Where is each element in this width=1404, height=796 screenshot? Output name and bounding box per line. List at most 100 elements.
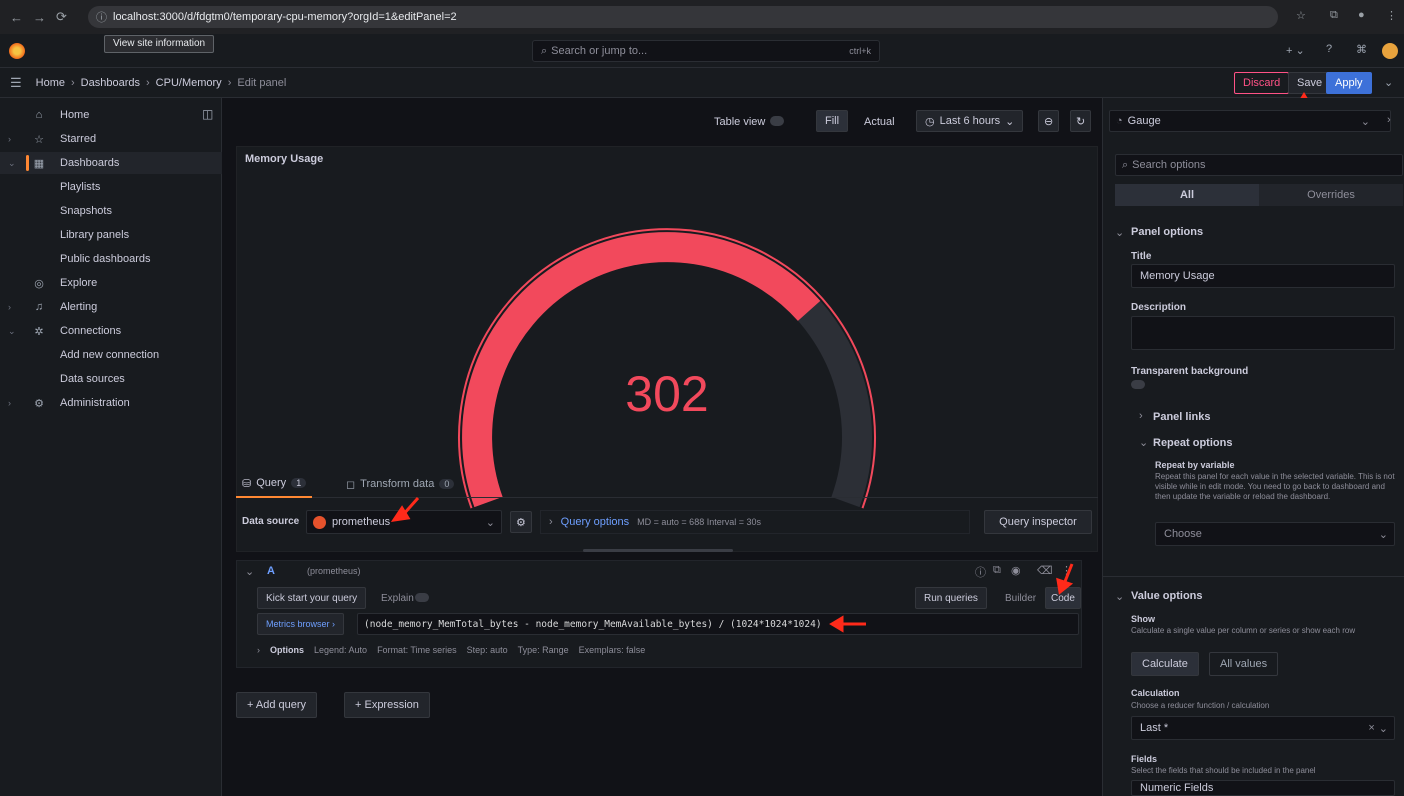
collapse-caret-icon[interactable]: ⌄ xyxy=(8,158,16,169)
sidebar-item-alerting[interactable]: › ♫ Alerting xyxy=(0,296,222,318)
run-queries-button[interactable]: Run queries xyxy=(915,587,987,609)
sidebar-item-home[interactable]: ⌂ Home xyxy=(0,104,222,126)
apply-button[interactable]: Apply xyxy=(1326,72,1372,94)
tab-all[interactable]: All xyxy=(1115,184,1259,206)
discard-button[interactable]: Discard xyxy=(1234,72,1290,94)
title-input[interactable]: Memory Usage xyxy=(1131,264,1395,288)
tab-transform[interactable]: ◻ Transform data 0 xyxy=(346,470,455,498)
expand-caret-icon[interactable]: › xyxy=(8,302,11,312)
site-info-icon[interactable]: ⓘ xyxy=(96,9,107,25)
profile-icon[interactable]: ● xyxy=(1358,9,1365,21)
collapse-icon[interactable]: ⌄ xyxy=(245,565,254,578)
add-query-button[interactable]: + Add query xyxy=(236,692,318,718)
address-bar[interactable]: ⓘ localhost:3000/d/fdgtm0/temporary-cpu-… xyxy=(88,6,1278,28)
show-help-text: Calculate a single value per column or s… xyxy=(1131,626,1356,635)
calculation-select[interactable]: Last * × ⌄ xyxy=(1131,716,1395,740)
delete-icon[interactable]: ⌫ xyxy=(1037,564,1053,577)
expand-caret-icon[interactable]: › xyxy=(8,134,11,144)
chevron-right-icon: › xyxy=(549,516,553,528)
repeat-by-label: Repeat by variable xyxy=(1155,460,1235,470)
sidebar-item-snapshots[interactable]: Snapshots xyxy=(0,200,222,222)
site-info-tooltip: View site information xyxy=(104,35,215,53)
chevron-right-icon[interactable]: › xyxy=(1139,410,1143,422)
sidebar-item-data-sources[interactable]: Data sources xyxy=(0,368,222,390)
fields-select[interactable]: Numeric Fields xyxy=(1131,780,1395,796)
repeat-variable-select[interactable]: Choose ⌄ xyxy=(1155,522,1395,546)
add-expression-button[interactable]: + Expression xyxy=(344,692,430,718)
time-range-picker[interactable]: ◷ Last 6 hours ⌄ xyxy=(916,110,1024,132)
transparent-toggle[interactable] xyxy=(1131,380,1145,389)
menu-toggle-icon[interactable]: ☰ xyxy=(10,75,22,91)
sidebar-item-administration[interactable]: › ⚙ Administration xyxy=(0,392,222,414)
news-icon[interactable]: ⌘ xyxy=(1356,43,1367,56)
tab-query[interactable]: ⛁ Query 1 xyxy=(236,470,313,498)
panel-links-heading[interactable]: Panel links xyxy=(1153,411,1210,423)
grafana-logo[interactable] xyxy=(9,43,25,59)
explain-toggle[interactable] xyxy=(415,593,429,602)
bookmark-star-icon[interactable]: ☆ xyxy=(1296,9,1306,22)
zoom-out-button[interactable]: ⊖ xyxy=(1038,110,1060,132)
builder-tab[interactable]: Builder xyxy=(1005,593,1036,604)
expand-caret-icon[interactable]: › xyxy=(8,398,11,408)
description-textarea[interactable] xyxy=(1131,316,1395,350)
query-inspector-button[interactable]: Query inspector xyxy=(984,510,1092,534)
help-icon[interactable]: ? xyxy=(1326,43,1332,55)
sidebar-item-explore[interactable]: ◎ Explore xyxy=(0,272,222,294)
visualization-picker[interactable]: ◔ Gauge ⌄ xyxy=(1109,110,1391,132)
sidebar-item-starred[interactable]: › ☆ Starred xyxy=(0,128,222,150)
more-icon[interactable]: ⌄ xyxy=(1384,76,1393,89)
search-input[interactable]: ⌕ Search or jump to... ctrl+k xyxy=(532,40,880,62)
chevron-down-icon[interactable]: ⌄ xyxy=(1115,226,1124,239)
table-view-label: Table view xyxy=(714,116,766,128)
query-expression-input[interactable]: (node_memory_MemTotal_bytes - node_memor… xyxy=(357,613,1079,635)
sidebar-item-public-dashboards[interactable]: Public dashboards xyxy=(0,248,222,270)
collapse-pane-icon[interactable]: › xyxy=(1387,114,1391,126)
save-button[interactable]: Save xyxy=(1288,72,1332,94)
datasource-picker[interactable]: prometheus ⌄ xyxy=(306,510,502,534)
sidebar-item-playlists[interactable]: Playlists xyxy=(0,176,222,198)
breadcrumb-bar: ☰ Home › Dashboards › CPU/Memory › Edit … xyxy=(0,68,1404,98)
repeat-options-heading[interactable]: Repeat options xyxy=(1153,437,1232,449)
all-values-option[interactable]: All values xyxy=(1209,652,1279,676)
actual-button[interactable]: Actual xyxy=(864,116,895,128)
sidebar-item-library-panels[interactable]: Library panels xyxy=(0,224,222,246)
query-options-meta: MD = auto = 688 Interval = 30s xyxy=(637,517,761,527)
metrics-browser-button[interactable]: Metrics browser › xyxy=(257,613,345,635)
value-options-heading[interactable]: Value options xyxy=(1131,590,1203,602)
browser-menu-icon[interactable]: ⋮ xyxy=(1386,9,1397,22)
datasource-settings-button[interactable]: ⚙ xyxy=(510,511,532,533)
drag-handle-icon[interactable]: ⋮ xyxy=(1061,564,1072,577)
calculate-option[interactable]: Calculate xyxy=(1131,652,1199,676)
user-avatar[interactable] xyxy=(1382,43,1398,59)
forward-icon[interactable]: → xyxy=(33,10,46,25)
options-search-input[interactable]: ⌕ Search options xyxy=(1115,154,1403,176)
extensions-icon[interactable]: ⧉ xyxy=(1330,9,1338,22)
table-view-toggle[interactable] xyxy=(770,116,784,126)
sidebar-item-connections[interactable]: ⌄ ✲ Connections xyxy=(0,320,222,342)
clear-icon[interactable]: × xyxy=(1368,722,1374,734)
tab-overrides[interactable]: Overrides xyxy=(1259,184,1403,206)
panel-options-heading[interactable]: Panel options xyxy=(1131,226,1203,238)
query-options[interactable]: › Query options MD = auto = 688 Interval… xyxy=(540,510,970,534)
kick-start-button[interactable]: Kick start your query xyxy=(257,587,367,609)
sidebar-item-dashboards[interactable]: ⌄ ▦ Dashboards xyxy=(0,152,222,174)
crumb-dashboard[interactable]: CPU/Memory xyxy=(156,77,222,89)
duplicate-icon[interactable]: ⧉ xyxy=(993,564,1001,577)
help-icon[interactable]: ⓘ xyxy=(975,564,986,580)
fill-button[interactable]: Fill xyxy=(816,110,849,132)
resize-handle[interactable] xyxy=(583,549,733,552)
reload-icon[interactable]: ⟳ xyxy=(56,9,67,25)
chevron-down-icon[interactable]: ⌄ xyxy=(1115,590,1124,603)
hide-icon[interactable]: ◉ xyxy=(1011,564,1021,577)
back-icon[interactable]: ← xyxy=(10,10,23,25)
collapse-caret-icon[interactable]: ⌄ xyxy=(8,326,16,337)
query-ref[interactable]: A xyxy=(267,565,275,577)
code-tab[interactable]: Code xyxy=(1045,587,1081,609)
query-options-row[interactable]: › Options Legend: Auto Format: Time seri… xyxy=(257,645,645,655)
crumb-dashboards[interactable]: Dashboards xyxy=(81,77,140,89)
crumb-home[interactable]: Home xyxy=(36,77,65,89)
new-plus-icon[interactable]: + ⌄ xyxy=(1286,44,1305,57)
sidebar-item-add-new-connection[interactable]: Add new connection xyxy=(0,344,222,366)
refresh-button[interactable]: ↻ xyxy=(1070,110,1092,132)
chevron-down-icon[interactable]: ⌄ xyxy=(1139,436,1148,449)
